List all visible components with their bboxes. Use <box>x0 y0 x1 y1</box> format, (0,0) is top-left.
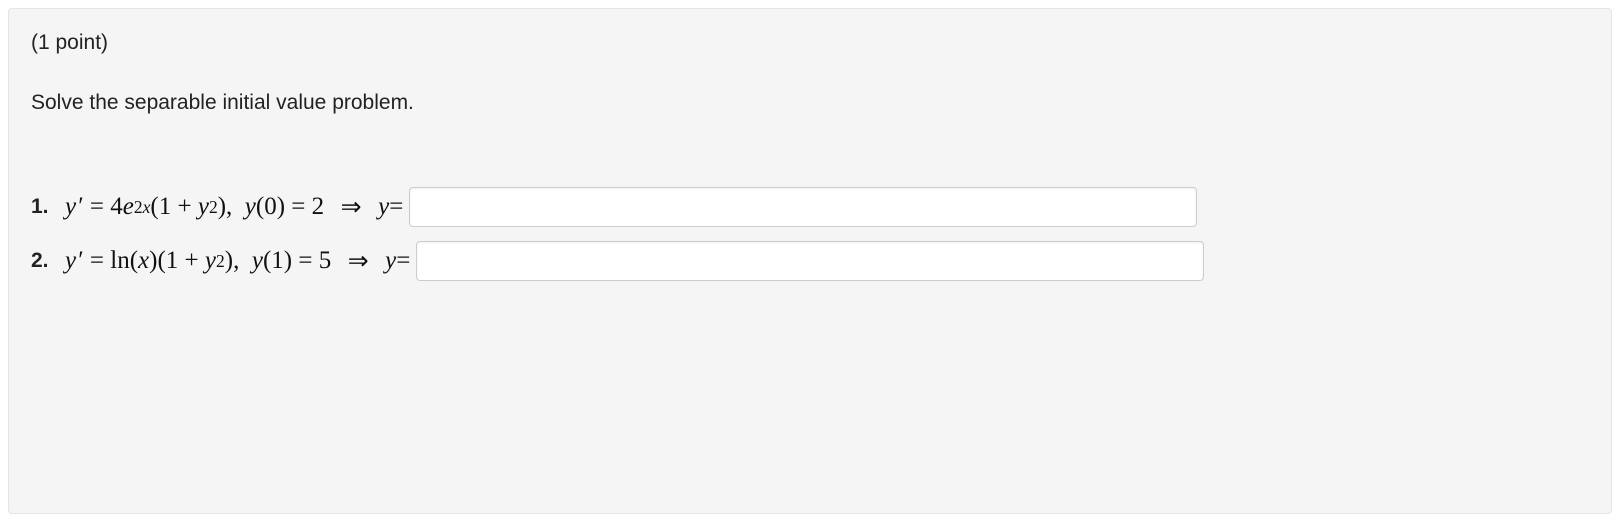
answer-input-1[interactable] <box>409 187 1197 227</box>
points-label: (1 point) <box>31 31 1589 55</box>
problem-equation: y ′ = 4e2x(1 + y2), y(0) = 2 ⇒ y= <box>65 192 403 222</box>
problem-panel: (1 point) Solve the separable initial va… <box>8 8 1612 514</box>
problem-row: 1. y ′ = 4e2x(1 + y2), y(0) = 2 ⇒ y= <box>31 187 1589 227</box>
answer-input-2[interactable] <box>416 241 1204 281</box>
problem-number: 2. <box>31 249 51 273</box>
problem-number: 1. <box>31 195 51 219</box>
problem-row: 2. y ′ = ln(x)(1 + y2), y(1) = 5 ⇒ y= <box>31 241 1589 281</box>
instructions-text: Solve the separable initial value proble… <box>31 91 1589 115</box>
problem-equation: y ′ = ln(x)(1 + y2), y(1) = 5 ⇒ y= <box>65 246 410 276</box>
